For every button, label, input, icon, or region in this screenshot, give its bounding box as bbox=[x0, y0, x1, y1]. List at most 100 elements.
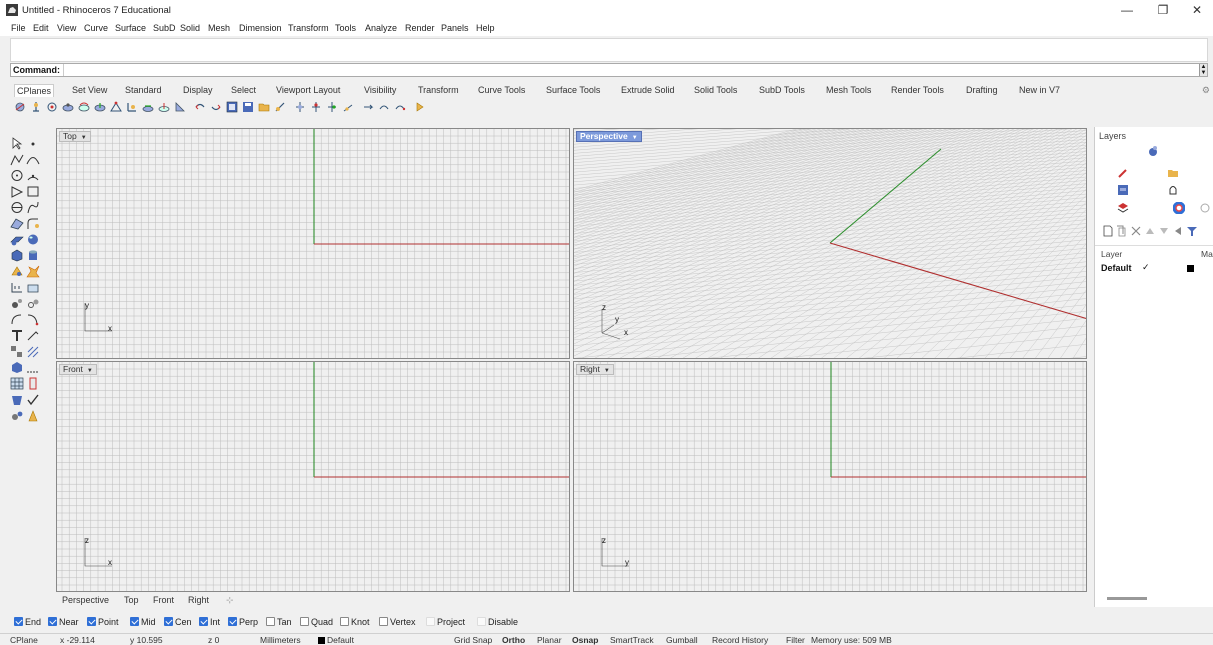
menu-subd[interactable]: SubD bbox=[153, 23, 176, 33]
viewport-perspective[interactable]: Perspective ▼ z y x bbox=[573, 128, 1087, 359]
cplane-named-icon[interactable] bbox=[226, 101, 238, 113]
checkbox-icon[interactable] bbox=[300, 617, 309, 626]
status-filter[interactable]: Filter bbox=[786, 635, 805, 645]
cplane-origin-icon[interactable] bbox=[14, 101, 26, 113]
menu-panels[interactable]: Panels bbox=[441, 23, 469, 33]
menu-surface[interactable]: Surface bbox=[115, 23, 146, 33]
osnap-vertex[interactable]: Vertex bbox=[379, 617, 416, 627]
viewport-right[interactable]: Right ▼ z y bbox=[573, 361, 1087, 592]
block-icon[interactable] bbox=[10, 345, 24, 358]
status-layer[interactable]: Default bbox=[318, 635, 354, 645]
filter-icon[interactable] bbox=[1186, 225, 1198, 237]
osnap-disable[interactable]: Disable bbox=[477, 617, 518, 627]
fillet-icon[interactable] bbox=[26, 217, 40, 230]
folder-panel-icon[interactable] bbox=[1167, 167, 1179, 179]
cplane-set-world-icon[interactable] bbox=[274, 101, 286, 113]
menu-mesh[interactable]: Mesh bbox=[208, 23, 230, 33]
cplane-world-top-icon[interactable] bbox=[294, 101, 306, 113]
status-smarttrack[interactable]: SmartTrack bbox=[610, 635, 654, 645]
osnap-tan[interactable]: Tan bbox=[266, 617, 292, 627]
sphere-icon[interactable] bbox=[26, 233, 40, 246]
viewport-label-top[interactable]: Top ▼ bbox=[59, 131, 91, 142]
osnap-knot[interactable]: Knot bbox=[340, 617, 370, 627]
menu-file[interactable]: File bbox=[11, 23, 26, 33]
cplane-axis-z-icon[interactable] bbox=[394, 101, 406, 113]
osnap-cen[interactable]: Cen bbox=[164, 617, 192, 627]
move-up-icon[interactable] bbox=[1144, 225, 1156, 237]
settings-panel-icon[interactable] bbox=[1199, 202, 1211, 214]
layer-row[interactable]: Default ✓ bbox=[1095, 261, 1213, 275]
menu-transform[interactable]: Transform bbox=[288, 23, 329, 33]
select-arrow-icon[interactable] bbox=[10, 137, 24, 150]
rectangle-icon[interactable] bbox=[26, 185, 40, 198]
scale-icon[interactable] bbox=[26, 313, 40, 326]
analyze-icon[interactable] bbox=[10, 361, 24, 374]
menu-help[interactable]: Help bbox=[476, 23, 495, 33]
status-planar[interactable]: Planar bbox=[537, 635, 562, 645]
surface-icon[interactable] bbox=[10, 233, 24, 246]
color-panel-icon[interactable] bbox=[1173, 202, 1185, 214]
viewport-label-front[interactable]: Front ▼ bbox=[59, 364, 97, 375]
point-icon[interactable] bbox=[26, 137, 40, 150]
toolbar-gear-icon[interactable]: ⚙ bbox=[1202, 85, 1210, 96]
cplane-through-icon[interactable] bbox=[414, 101, 426, 113]
curve-icon[interactable] bbox=[26, 153, 40, 166]
status-osnap[interactable]: Osnap bbox=[572, 635, 598, 645]
move-parent-icon[interactable] bbox=[1172, 225, 1184, 237]
cplane-redo-icon[interactable] bbox=[210, 101, 222, 113]
tab-set-view[interactable]: Set View bbox=[70, 84, 109, 96]
new-layer-icon[interactable] bbox=[1102, 225, 1114, 237]
cplane-object-icon[interactable] bbox=[62, 101, 74, 113]
status-units[interactable]: Millimeters bbox=[260, 635, 301, 645]
material-icon[interactable] bbox=[26, 409, 40, 422]
checkbox-icon[interactable] bbox=[199, 617, 208, 626]
cplane-3point-icon[interactable] bbox=[110, 101, 122, 113]
osnap-point[interactable]: Point bbox=[87, 617, 119, 627]
layers-panel-icon[interactable] bbox=[1117, 202, 1129, 214]
cplane-axis-y-icon[interactable] bbox=[378, 101, 390, 113]
tab-mesh-tools[interactable]: Mesh Tools bbox=[824, 84, 873, 96]
menu-render[interactable]: Render bbox=[405, 23, 435, 33]
checkbox-icon[interactable] bbox=[14, 617, 23, 626]
dimension-icon[interactable] bbox=[10, 281, 24, 294]
text-tool-icon[interactable] bbox=[10, 329, 24, 342]
hatch-icon[interactable] bbox=[26, 345, 40, 358]
tab-transform[interactable]: Transform bbox=[416, 84, 461, 96]
display-panel-icon[interactable] bbox=[1117, 184, 1129, 196]
add-viewport-tab-icon[interactable]: ⊹ bbox=[226, 595, 234, 606]
polygon-icon[interactable] bbox=[10, 201, 24, 214]
osnap-project[interactable]: Project bbox=[426, 617, 465, 627]
boolean-icon[interactable] bbox=[26, 265, 40, 278]
grid-array-icon[interactable] bbox=[10, 377, 24, 390]
viewport-label-perspective[interactable]: Perspective ▼ bbox=[576, 131, 642, 142]
menu-tools[interactable]: Tools bbox=[335, 23, 356, 33]
tab-curve-tools[interactable]: Curve Tools bbox=[476, 84, 527, 96]
osnap-near[interactable]: Near bbox=[48, 617, 79, 627]
checkbox-icon[interactable] bbox=[340, 617, 349, 626]
rotate-icon[interactable] bbox=[10, 313, 24, 326]
menu-edit[interactable]: Edit bbox=[33, 23, 49, 33]
command-spinner-icon[interactable]: ▲ ▼ bbox=[1199, 64, 1207, 76]
maximize-button[interactable]: ❐ bbox=[1152, 3, 1174, 17]
box-icon[interactable] bbox=[10, 249, 24, 262]
viewport-tab-front[interactable]: Front bbox=[153, 595, 174, 605]
properties-panel-icon[interactable] bbox=[1147, 145, 1159, 157]
tab-surface-tools[interactable]: Surface Tools bbox=[544, 84, 602, 96]
tab-select[interactable]: Select bbox=[229, 84, 258, 96]
viewport-label-right[interactable]: Right ▼ bbox=[576, 364, 614, 375]
checkbox-icon[interactable] bbox=[426, 617, 435, 626]
viewport-tab-perspective[interactable]: Perspective bbox=[62, 595, 109, 605]
menu-analyze[interactable]: Analyze bbox=[365, 23, 397, 33]
tab-subd-tools[interactable]: SubD Tools bbox=[757, 84, 807, 96]
cplane-surface-icon[interactable] bbox=[94, 101, 106, 113]
tab-drafting[interactable]: Drafting bbox=[964, 84, 1000, 96]
material-panel-icon[interactable] bbox=[1117, 167, 1129, 179]
status-ortho[interactable]: Ortho bbox=[502, 635, 525, 645]
osnap-mid[interactable]: Mid bbox=[130, 617, 156, 627]
tab-render-tools[interactable]: Render Tools bbox=[889, 84, 946, 96]
move-down-icon[interactable] bbox=[1158, 225, 1170, 237]
cplane-view-icon[interactable] bbox=[174, 101, 186, 113]
distance-icon[interactable] bbox=[26, 361, 40, 374]
cplane-x-axis-icon[interactable] bbox=[126, 101, 138, 113]
properties-icon[interactable] bbox=[10, 393, 24, 406]
